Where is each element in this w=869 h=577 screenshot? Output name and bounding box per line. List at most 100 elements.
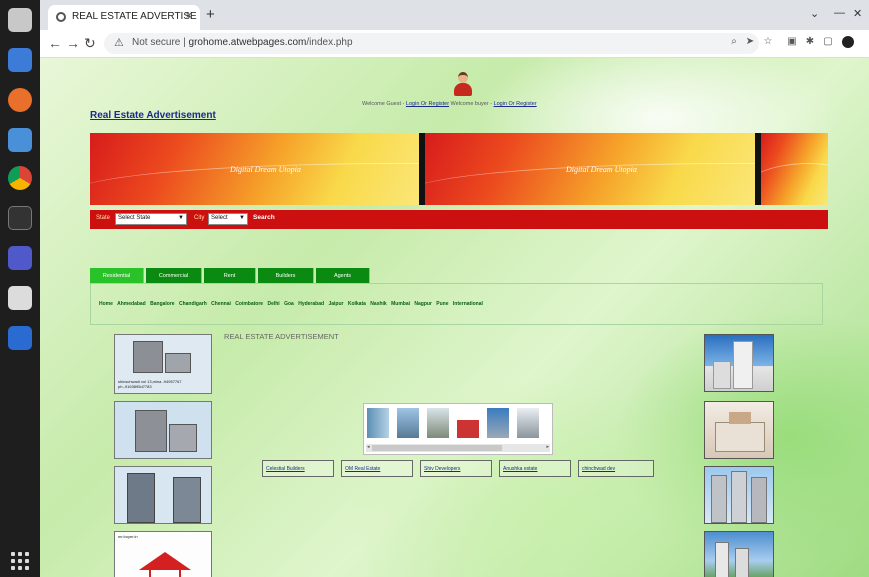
scroll-left-icon[interactable]: ◂ xyxy=(367,444,370,450)
city-link-goa[interactable]: Goa xyxy=(284,301,294,307)
zoom-icon[interactable]: ⌕ xyxy=(728,36,740,48)
city-select-value: Select xyxy=(211,215,228,221)
house-logo-icon xyxy=(139,552,191,570)
image-carousel[interactable]: ◂ ▸ xyxy=(363,403,553,455)
builder-link[interactable]: chinchwad dev xyxy=(578,460,654,477)
document-app-icon[interactable] xyxy=(8,48,32,72)
state-select[interactable]: Select State ▼ xyxy=(115,213,187,225)
guest-login-link[interactable]: Login Or Register xyxy=(406,101,449,107)
tab-rent[interactable]: Rent xyxy=(204,268,256,284)
city-link-nagpur[interactable]: Nagpur xyxy=(414,301,432,307)
city-link-nashik[interactable]: Nashik xyxy=(370,301,386,307)
city-link-coimbatore[interactable]: Coimbatore xyxy=(235,301,263,307)
terminal-icon[interactable] xyxy=(8,206,32,230)
scrollbar-thumb[interactable] xyxy=(372,445,502,451)
firefox-icon[interactable] xyxy=(8,88,32,112)
city-link-international[interactable]: International xyxy=(453,301,483,307)
pdf-app-icon[interactable] xyxy=(8,286,32,310)
carousel-scrollbar[interactable]: ◂ ▸ xyxy=(366,444,550,452)
carousel-image[interactable] xyxy=(487,408,509,438)
site-title[interactable]: Real Estate Advertisement xyxy=(90,110,216,121)
close-window-icon[interactable]: ✕ xyxy=(853,7,862,20)
city-link-pune[interactable]: Pune xyxy=(436,301,448,307)
listing-thumbnail[interactable]: mr.buyer.in xyxy=(114,531,212,577)
tab-agents[interactable]: Agents xyxy=(316,268,370,284)
tab-builders[interactable]: Builders xyxy=(258,268,314,284)
listing-thumbnail[interactable] xyxy=(704,401,774,459)
bookmark-star-icon[interactable]: ☆ xyxy=(762,36,774,48)
chrome-icon[interactable] xyxy=(8,166,32,190)
buyer-login-link[interactable]: Login Or Register xyxy=(494,101,537,107)
city-link-hyderabad[interactable]: Hyderabad xyxy=(298,301,324,307)
listing-thumbnail[interactable]: shinschwadi vol 13,mina -94957767 ph.-91… xyxy=(114,334,212,394)
save-icon[interactable]: ▣ xyxy=(786,36,798,48)
city-link-chandigarh[interactable]: Chandigarh xyxy=(179,301,207,307)
tab-bar: REAL ESTATE ADVERTISE × + ⌄ — ✕ xyxy=(40,0,869,30)
teams-app-icon[interactable] xyxy=(8,246,32,270)
search-button[interactable]: Search xyxy=(253,214,275,221)
listing-thumbnail[interactable] xyxy=(704,531,774,577)
tab-commercial[interactable]: Commercial xyxy=(146,268,202,284)
sidepanel-icon[interactable]: ▢ xyxy=(822,36,834,48)
city-link-bangalore[interactable]: Bangalore xyxy=(150,301,174,307)
city-select[interactable]: Select ▼ xyxy=(208,213,248,225)
user-avatar-icon xyxy=(454,72,472,98)
carousel-image[interactable] xyxy=(397,408,419,438)
city-link-mumbai[interactable]: Mumbai xyxy=(391,301,410,307)
url-separator: | xyxy=(183,37,186,48)
minimize-icon[interactable]: — xyxy=(834,7,845,19)
browser-toolbar: ← → ↻ ⚠ Not secure | grohome.atwebpages.… xyxy=(40,30,869,58)
files-app-icon[interactable] xyxy=(8,8,32,32)
reload-icon[interactable]: ↻ xyxy=(84,35,96,52)
browser-window: REAL ESTATE ADVERTISE × + ⌄ — ✕ ← → ↻ ⚠ … xyxy=(40,0,869,577)
security-label: Not secure xyxy=(132,37,181,48)
city-link-jaipur[interactable]: Jaipur xyxy=(328,301,343,307)
city-link-chennai[interactable]: Chennai xyxy=(211,301,231,307)
builder-link[interactable]: Celestial Builders xyxy=(262,460,334,477)
site-favicon-icon xyxy=(56,12,66,22)
page-viewport: Welcome Guest - Login Or Register Welcom… xyxy=(40,58,869,577)
welcome-guest-text: Welcome Guest - xyxy=(362,101,406,107)
welcome-buyer-text: Welcome buyer - xyxy=(449,101,494,107)
text-editor-icon[interactable] xyxy=(8,326,32,350)
back-icon[interactable]: ← xyxy=(48,35,62,51)
builder-link[interactable]: Anushka estate xyxy=(499,460,571,477)
state-select-value: Select State xyxy=(118,215,151,221)
close-tab-icon[interactable]: × xyxy=(186,10,192,22)
city-link-ahmedabad[interactable]: Ahmedabad xyxy=(117,301,146,307)
content-heading: REAL ESTATE ADVERTISEMENT xyxy=(224,332,339,341)
listing-thumbnail[interactable] xyxy=(704,334,774,392)
camera-app-icon[interactable] xyxy=(8,128,32,152)
carousel-image[interactable] xyxy=(367,408,389,438)
profile-avatar-icon[interactable] xyxy=(842,36,854,48)
carousel-image[interactable] xyxy=(427,408,449,438)
app-grid-icon[interactable] xyxy=(11,552,29,570)
extensions-icon[interactable]: ✱ xyxy=(804,36,816,48)
forward-icon[interactable]: → xyxy=(66,35,80,51)
city-link-home[interactable]: Home xyxy=(99,301,113,307)
search-bar: State Select State ▼ City Select ▼ Searc… xyxy=(90,210,828,229)
browser-tab[interactable]: REAL ESTATE ADVERTISE × xyxy=(48,5,200,30)
welcome-line: Welcome Guest - Login Or Register Welcom… xyxy=(362,101,537,107)
listing-thumbnail[interactable] xyxy=(704,466,774,524)
warning-icon: ⚠ xyxy=(114,37,124,49)
city-link-delhi[interactable]: Delhi xyxy=(267,301,279,307)
thumb-caption-line: ph.-9163895d7783 xyxy=(118,384,152,389)
tab-search-icon[interactable]: ⌄ xyxy=(810,7,819,20)
carousel-image[interactable] xyxy=(517,408,539,438)
tab-residential[interactable]: Residential xyxy=(90,268,144,284)
scroll-right-icon[interactable]: ▸ xyxy=(546,444,549,450)
listing-thumbnail[interactable] xyxy=(114,466,212,524)
city-links-box: Home Ahmedabad Bangalore Chandigarh Chen… xyxy=(90,283,823,325)
listing-thumbnail[interactable] xyxy=(114,401,212,459)
share-icon[interactable]: ➤ xyxy=(744,36,756,48)
builder-link[interactable]: OM Real Estate xyxy=(341,460,413,477)
carousel-image[interactable] xyxy=(457,408,479,438)
builder-link[interactable]: Shiv Developers xyxy=(420,460,492,477)
address-bar[interactable]: ⚠ Not secure | grohome.atwebpages.com/in… xyxy=(104,33,759,54)
url-host: grohome.atwebpages.com xyxy=(188,37,307,48)
city-links: Home Ahmedabad Bangalore Chandigarh Chen… xyxy=(99,301,486,307)
city-link-kolkata[interactable]: Kolkata xyxy=(348,301,366,307)
banner-panel xyxy=(761,133,828,205)
new-tab-button[interactable]: + xyxy=(206,6,215,23)
